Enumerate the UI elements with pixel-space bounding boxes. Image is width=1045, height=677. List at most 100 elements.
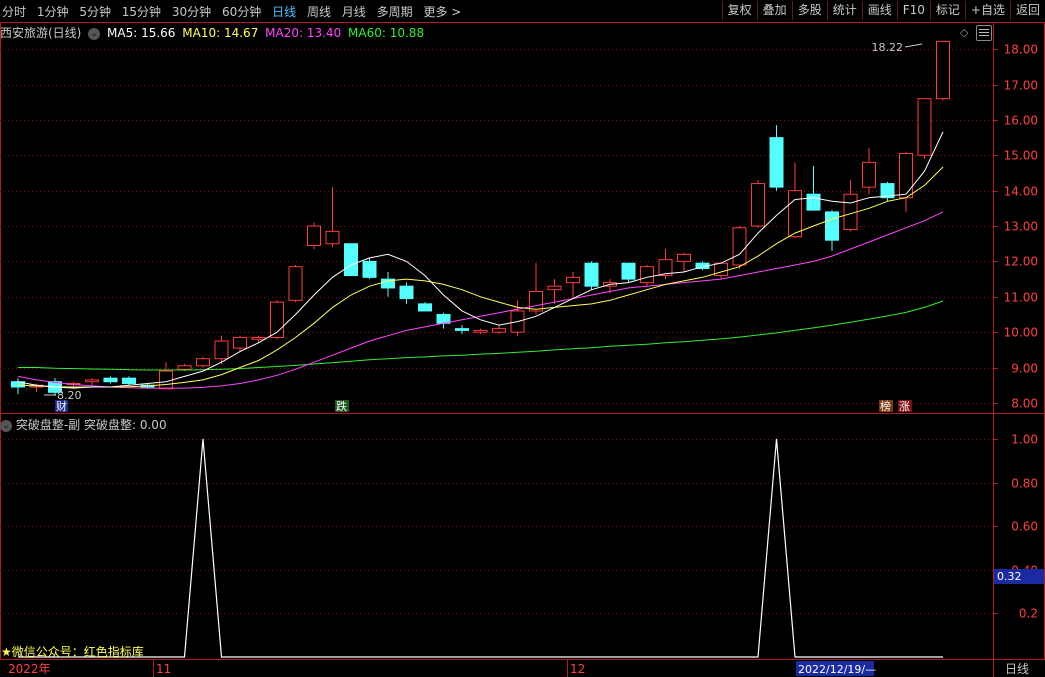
candle: [251, 335, 266, 343]
candle-body: [825, 211, 839, 241]
y-tick-label: 17.00: [1004, 79, 1038, 93]
candle: [307, 222, 321, 250]
y-tick-label: 13.00: [1004, 220, 1038, 234]
candle: [825, 210, 839, 251]
diamond-icon[interactable]: ◇: [960, 26, 969, 39]
main-y-axis: 18.00 17.00 16.00 15.00 14.00 13.00 12.00 11.00…: [993, 43, 1038, 411]
candle: [473, 328, 488, 334]
candle-body: [122, 377, 136, 384]
y-tick-label: 18.00: [1004, 43, 1038, 57]
candle: [843, 180, 858, 232]
y-tick-label: 10.00: [1004, 326, 1038, 340]
time-label-year: 2022年: [8, 662, 51, 676]
candle: [436, 312, 451, 329]
candlesticks: [11, 40, 950, 396]
candle-body: [418, 303, 432, 312]
candle: [899, 151, 913, 212]
candle: [288, 264, 303, 303]
candle: [566, 272, 580, 299]
candle-body: [492, 328, 506, 333]
candle: [11, 378, 25, 395]
ma60-label: MA60: 10.88: [348, 26, 425, 40]
y-tick-label: 9.00: [1011, 362, 1038, 376]
y-tick-label: 16.00: [1004, 114, 1038, 128]
watermark-text: ★微信公众号：红色指标库: [1, 644, 144, 659]
main-info-row: 西安旅游(日线) ⌄ MA5: 15.66 MA10: 14.67 MA20: …: [0, 24, 427, 40]
candle-body: [621, 262, 636, 280]
candle-body: [566, 276, 580, 284]
cursor-value: 0.32: [997, 570, 1022, 583]
candle-body: [769, 137, 784, 188]
candle: [806, 165, 821, 211]
candle-body: [732, 227, 747, 266]
candle: [640, 264, 654, 287]
chevron-down-icon[interactable]: ⌄: [88, 27, 101, 40]
candle-body: [751, 183, 765, 227]
indicator-value: 突破盘整: 0.00: [84, 418, 167, 432]
marker-cai[interactable]: 财: [56, 399, 67, 413]
time-label-dec: 12: [570, 662, 585, 676]
candle-body: [214, 340, 229, 360]
candle-body: [233, 336, 247, 349]
indicator-y-tick-label: 1.00: [1011, 433, 1038, 447]
candle: [917, 98, 932, 159]
ma20-label: MA20: 13.40: [265, 26, 342, 40]
candle: [270, 300, 284, 340]
candle: [492, 325, 506, 334]
high-arrow: [904, 43, 923, 48]
candle: [677, 252, 691, 273]
ma60-line: [18, 300, 944, 371]
candle: [621, 262, 636, 283]
candle-body: [251, 336, 266, 340]
candle-body: [640, 266, 654, 284]
candle-body: [936, 40, 950, 100]
y-tick-label: 12.00: [1004, 255, 1038, 269]
candle: [751, 180, 765, 228]
indicator-y-tick-label: 0.2: [1019, 607, 1038, 621]
y-tick-label: 14.00: [1004, 185, 1038, 199]
candle: [344, 243, 358, 277]
candle-body: [177, 365, 192, 370]
y-tick-label: 8.00: [1011, 397, 1038, 411]
indicator-y-axis: 1.000.800.600.400.2: [993, 433, 1038, 621]
candle: [325, 187, 340, 248]
candle-body: [806, 193, 821, 211]
chevron-down-icon[interactable]: ⌄: [0, 419, 12, 432]
kline-chart: 18.00 17.00 16.00 15.00 14.00 13.00 12.00 11.00…: [0, 22, 1045, 677]
candle-body: [677, 253, 691, 262]
marker-zhang[interactable]: 涨: [899, 400, 910, 413]
menu-icon[interactable]: [976, 25, 992, 42]
indicator-line: [18, 438, 943, 658]
candle: [455, 325, 469, 334]
stock-title[interactable]: 西安旅游(日线): [0, 26, 81, 40]
candle-body: [344, 243, 358, 277]
candle: [547, 279, 562, 304]
candle-body: [103, 377, 118, 383]
candle: [936, 40, 950, 101]
candle-body: [917, 98, 932, 156]
candle-body: [473, 329, 488, 333]
candle: [399, 282, 414, 304]
candle-body: [325, 230, 340, 245]
candle-body: [862, 161, 876, 188]
candle: [381, 272, 395, 297]
period-button[interactable]: 日线: [1005, 662, 1029, 676]
indicator-y-tick-label: 0.60: [1011, 520, 1038, 534]
y-tick-label: 15.00: [1004, 149, 1038, 163]
indicator-title[interactable]: 突破盘整-副: [16, 418, 80, 432]
cursor-date: 2022/12/19/—: [798, 663, 876, 676]
candle: [584, 261, 599, 290]
candle-body: [399, 285, 414, 300]
candle: [362, 257, 377, 280]
marker-die[interactable]: 跌: [336, 399, 347, 413]
indicator-grid: [0, 439, 993, 614]
candle: [880, 181, 895, 202]
candle: [122, 376, 136, 386]
marker-bang[interactable]: 榜: [880, 399, 891, 413]
candle: [418, 302, 432, 312]
candle-body: [196, 358, 210, 367]
ma5-label: MA5: 15.66: [107, 26, 176, 40]
candle: [788, 162, 802, 239]
candle: [85, 378, 99, 386]
candle-body: [788, 190, 802, 238]
